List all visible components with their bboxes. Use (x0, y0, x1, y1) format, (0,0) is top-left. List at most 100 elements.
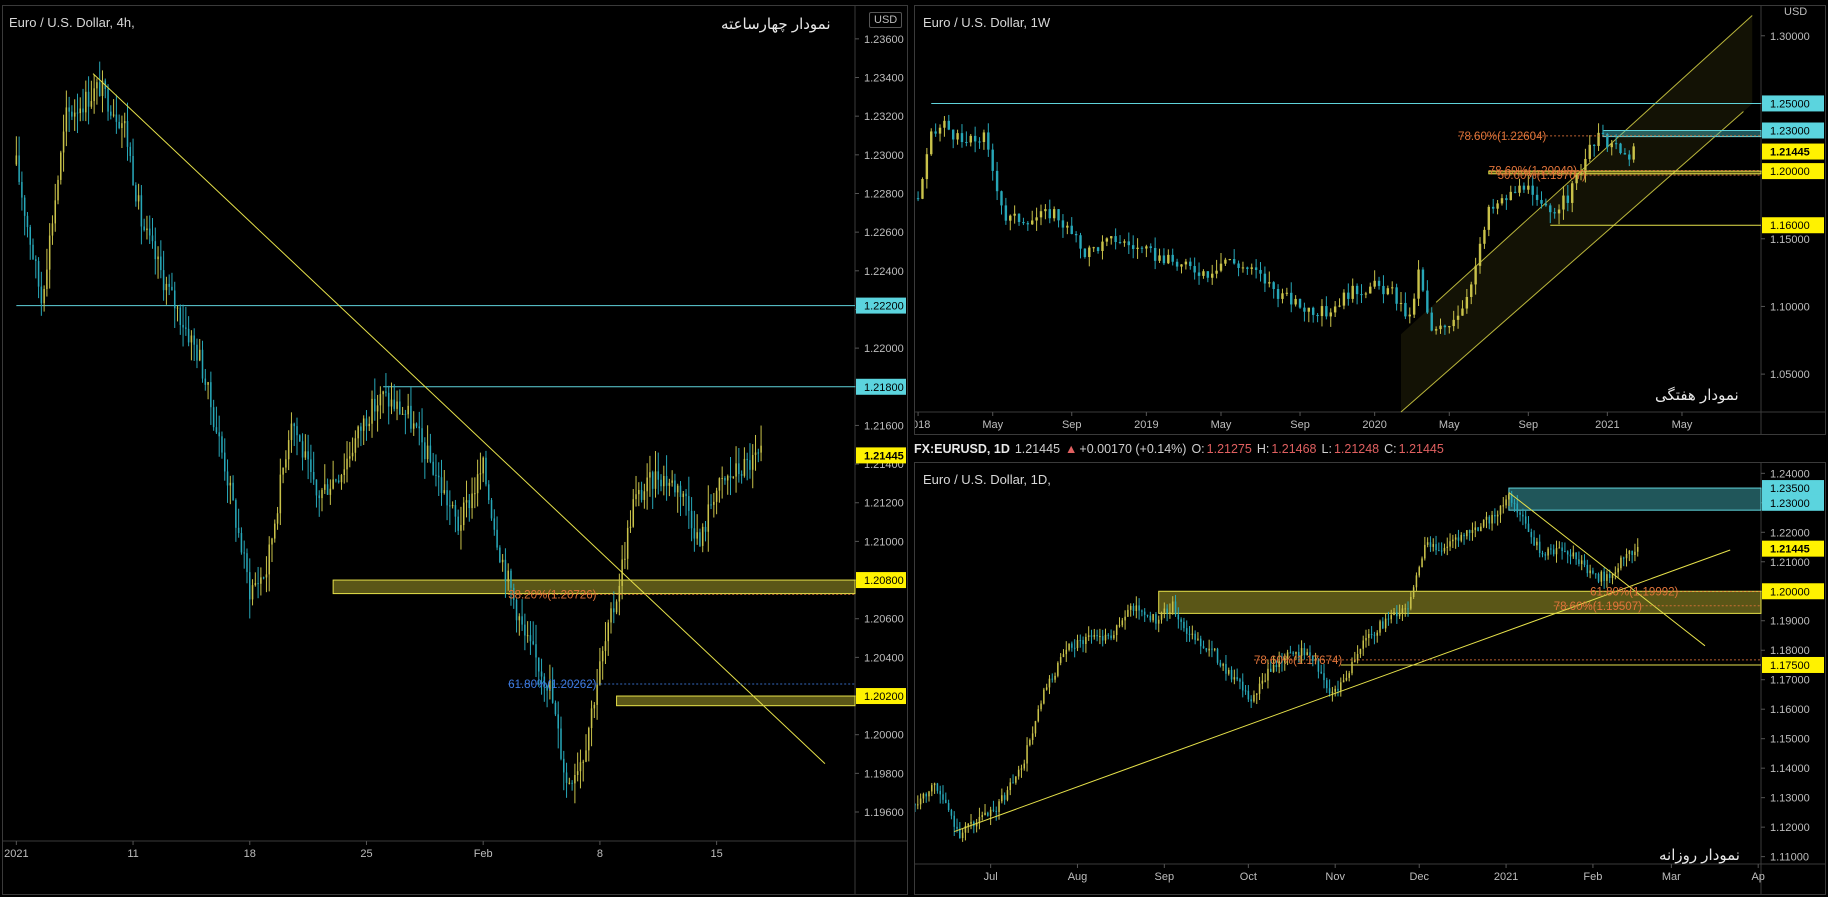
candle-body (557, 714, 559, 729)
price-level-tag-text: 1.23500 (1770, 483, 1810, 495)
candle-body (1538, 541, 1541, 553)
candle-body (1386, 288, 1390, 295)
candle-body (226, 471, 229, 486)
candle-body (671, 480, 673, 483)
candle-body (1518, 185, 1521, 193)
candle-body (1430, 312, 1433, 331)
candle-body (532, 641, 534, 645)
candle-body (254, 583, 257, 586)
candle-body (1569, 554, 1572, 557)
candle-body (462, 502, 465, 526)
candle-body (1439, 325, 1442, 330)
chart-1w[interactable]: 1.30000 1.25000 1.20000 1.15000 1.10000 1.050… (915, 6, 1827, 436)
candle-body (18, 155, 20, 182)
candle-body (68, 107, 70, 112)
candle-body (704, 526, 707, 532)
candle-body (1104, 634, 1107, 641)
candle-body (1443, 325, 1447, 328)
candle-body (947, 803, 950, 810)
trendline (92, 73, 826, 765)
candle-body (518, 616, 521, 621)
candle-body (1482, 519, 1485, 527)
candle-body (693, 528, 696, 539)
currency-badge-4h[interactable]: USD (869, 12, 903, 28)
candle-body (1429, 542, 1432, 547)
time-tick-label: Mar (1662, 871, 1681, 883)
candle-body (1401, 608, 1404, 614)
fib-level-label: 78.60%(1.17674) (1254, 655, 1342, 667)
candle-body (1487, 206, 1491, 230)
candle-body (1328, 688, 1331, 694)
candle-body (933, 783, 936, 786)
candle-body (1020, 768, 1023, 770)
candle-body (1250, 267, 1253, 269)
candle-body (507, 570, 509, 582)
candle-body (1631, 550, 1633, 556)
candle-body (1037, 709, 1040, 722)
candle-body (1090, 635, 1093, 637)
candle-body (1558, 547, 1561, 549)
candle-body (1323, 673, 1325, 681)
candle-body (26, 215, 29, 228)
time-tick-label: 2021 (4, 848, 28, 860)
open-label: O: (1191, 442, 1205, 456)
price-tick-label: 1.21200 (864, 498, 904, 510)
candle-body (474, 493, 476, 495)
candle-body (1583, 560, 1586, 565)
price-level-tag-text: 1.22200 (864, 301, 904, 313)
time-tick-label: Ap (1751, 871, 1764, 883)
candle-body (635, 494, 637, 500)
candle-body (919, 798, 922, 805)
candle-body (1364, 293, 1368, 295)
candle-body (1149, 246, 1152, 248)
level-zone (616, 695, 856, 707)
candle-body (35, 259, 37, 262)
candle-body (1566, 551, 1569, 555)
candle-body (1549, 205, 1552, 213)
candle-body (1096, 635, 1098, 637)
time-tick-label: 18 (244, 848, 256, 860)
candle-body (563, 758, 565, 773)
candle-body (1023, 763, 1026, 769)
candle-body (1435, 544, 1437, 551)
candle-body (204, 378, 207, 385)
candle-body (1000, 191, 1003, 206)
candle-body (326, 484, 329, 495)
candle-body (1096, 247, 1100, 252)
candle-body (726, 475, 729, 481)
candle-body (1432, 544, 1435, 547)
symbol-label[interactable]: FX:EURUSD, 1D (914, 442, 1010, 456)
chart-pane-1w[interactable]: 1.30000 1.25000 1.20000 1.15000 1.10000 1.050… (914, 5, 1826, 435)
price-tick-label: 1.21000 (1770, 557, 1810, 569)
chart-1d[interactable]: 1.24000 1.23000 1.22000 1.21000 1.20000 1.190… (915, 463, 1827, 896)
chart-pane-4h[interactable]: 1.23600 1.23400 1.23200 1.23000 1.22800 1.226… (2, 5, 908, 895)
candle-body (663, 476, 665, 487)
candle-body (992, 809, 995, 811)
candle-body (1088, 247, 1091, 258)
candle-body (324, 484, 326, 490)
candle-body (1480, 526, 1482, 532)
candle-body (1564, 550, 1566, 552)
candle-body (390, 399, 393, 407)
candle-body (1466, 530, 1468, 537)
chart-pane-1d[interactable]: 1.24000 1.23000 1.22000 1.21000 1.20000 1.190… (914, 462, 1826, 895)
price-tick-label: 1.20600 (864, 614, 904, 626)
candle-body (343, 469, 346, 476)
candle-body (1555, 548, 1558, 555)
candle-body (938, 127, 942, 134)
candle-body (1294, 298, 1297, 305)
chart-4h[interactable]: 1.23600 1.23400 1.23200 1.23000 1.22800 1.226… (3, 6, 909, 896)
candle-body (1412, 587, 1415, 597)
candle-body (248, 572, 251, 600)
candle-body (399, 401, 401, 415)
candle-body (1138, 605, 1140, 611)
candle-body (349, 456, 351, 459)
candle-body (290, 423, 293, 441)
candle-body (1491, 514, 1493, 524)
candle-body (126, 121, 129, 147)
candle-body (649, 472, 651, 478)
candle-body (296, 426, 298, 436)
candle-body (301, 441, 304, 458)
candle-body (71, 111, 73, 117)
candle-body (1241, 681, 1244, 691)
